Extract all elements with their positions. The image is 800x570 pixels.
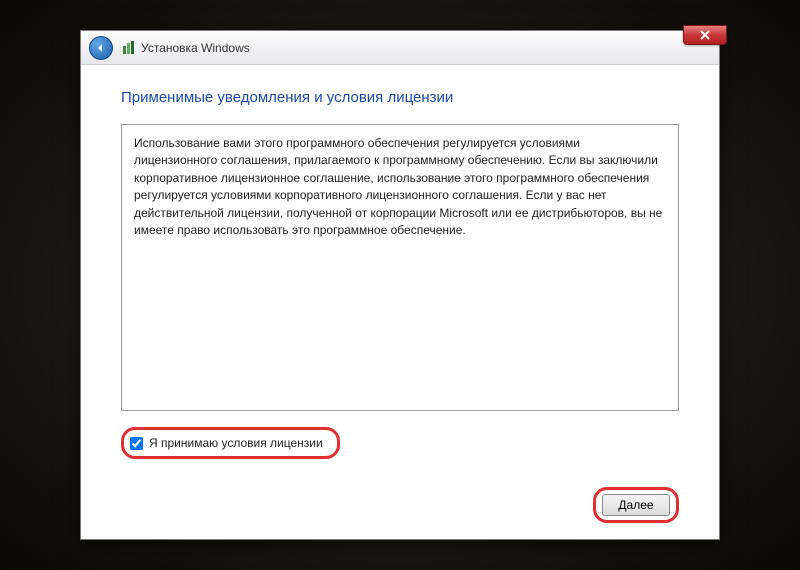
content-area: Применимые уведомления и условия лицензи… (81, 65, 719, 539)
close-button[interactable] (683, 25, 727, 45)
page-heading: Применимые уведомления и условия лицензи… (121, 89, 679, 106)
next-button[interactable]: Далее (602, 494, 670, 516)
app-icon (121, 40, 137, 56)
accept-checkbox-label[interactable]: Я принимаю условия лицензии (149, 436, 323, 450)
license-text: Использование вами этого программного об… (134, 136, 662, 237)
back-arrow-icon (95, 42, 107, 54)
accept-checkbox-highlight: Я принимаю условия лицензии (121, 427, 340, 459)
accept-checkbox[interactable] (130, 437, 143, 450)
next-button-highlight: Далее (593, 487, 679, 523)
window-title: Установка Windows (141, 41, 250, 55)
license-text-box[interactable]: Использование вами этого программного об… (121, 124, 679, 411)
titlebar: Установка Windows (81, 31, 719, 65)
footer: Далее (121, 483, 679, 523)
back-button[interactable] (89, 36, 113, 60)
close-icon (699, 30, 711, 40)
installer-window: Установка Windows Применимые уведомления… (80, 30, 720, 540)
